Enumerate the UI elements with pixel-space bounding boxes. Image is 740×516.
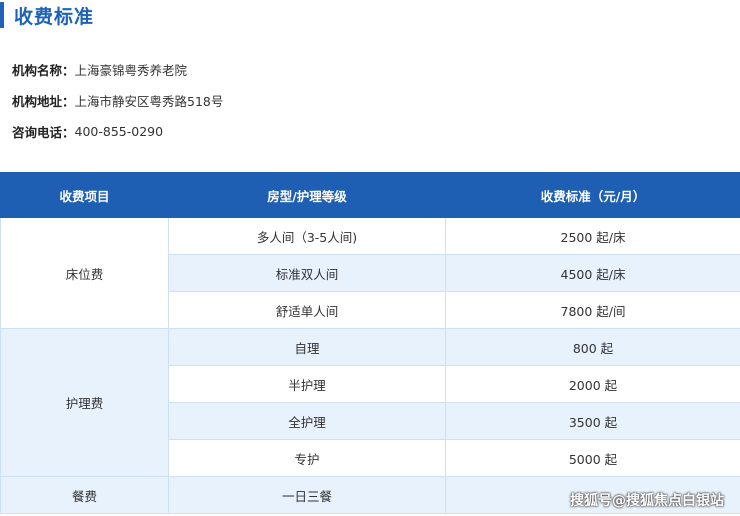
phone-label: 咨询电话： bbox=[12, 125, 75, 140]
phone-value: 400-855-0290 bbox=[74, 124, 164, 139]
price-cell: 2500 起/床 bbox=[445, 217, 740, 255]
fee-item-meal: 餐费 bbox=[0, 476, 169, 514]
header-fee-item: 收费项目 bbox=[0, 172, 169, 218]
fee-item-bed: 床位费 bbox=[0, 217, 169, 329]
page: 收费标准 机构名称： 上海豪锦粤秀养老院 机构地址： 上海市静安区粤秀路518号… bbox=[0, 0, 740, 516]
fee-table: 收费项目 房型/护理等级 收费标准（元/月） 床位费 多人间（3-5人间) 25… bbox=[0, 172, 740, 514]
level-cell: 多人间（3-5人间) bbox=[168, 217, 446, 255]
level-cell: 一日三餐 bbox=[168, 476, 446, 514]
price-cell: 2000 起 bbox=[445, 365, 740, 403]
level-cell: 全护理 bbox=[168, 402, 446, 440]
address-value: 上海市静安区粤秀路518号 bbox=[74, 94, 224, 109]
info-row-address: 机构地址： 上海市静安区粤秀路518号 bbox=[12, 85, 223, 116]
level-cell: 自理 bbox=[168, 328, 446, 366]
table-row: 床位费 多人间（3-5人间) 2500 起/床 bbox=[0, 217, 740, 329]
price-cell: 3500 起 bbox=[445, 402, 740, 440]
title-accent-bar bbox=[0, 2, 4, 28]
table-header-row: 收费项目 房型/护理等级 收费标准（元/月） bbox=[0, 172, 740, 218]
section-title: 收费标准 bbox=[14, 5, 95, 28]
fee-item-care: 护理费 bbox=[0, 328, 169, 477]
info-row-phone: 咨询电话： 400-855-0290 bbox=[12, 116, 223, 147]
price-cell: 7800 起/间 bbox=[445, 291, 740, 329]
watermark-text: 搜狐号@搜狐焦点白银站 bbox=[570, 493, 724, 509]
price-cell: 800 起 bbox=[445, 328, 740, 366]
section-header: 收费标准 bbox=[0, 0, 94, 30]
level-cell: 半护理 bbox=[168, 365, 446, 403]
header-room-level: 房型/护理等级 bbox=[168, 172, 446, 218]
header-fee-standard: 收费标准（元/月） bbox=[445, 172, 740, 218]
price-cell: 4500 起/床 bbox=[445, 254, 740, 292]
price-cell: 5000 起 bbox=[445, 439, 740, 477]
name-value: 上海豪锦粤秀养老院 bbox=[74, 63, 188, 78]
level-cell: 标准双人间 bbox=[168, 254, 446, 292]
table-row: 护理费 自理 800 起 bbox=[0, 328, 740, 477]
info-row-name: 机构名称： 上海豪锦粤秀养老院 bbox=[12, 54, 223, 85]
level-cell: 专护 bbox=[168, 439, 446, 477]
institution-info: 机构名称： 上海豪锦粤秀养老院 机构地址： 上海市静安区粤秀路518号 咨询电话… bbox=[12, 54, 223, 147]
level-cell: 舒适单人间 bbox=[168, 291, 446, 329]
name-label: 机构名称： bbox=[12, 63, 75, 78]
address-label: 机构地址： bbox=[12, 94, 75, 109]
